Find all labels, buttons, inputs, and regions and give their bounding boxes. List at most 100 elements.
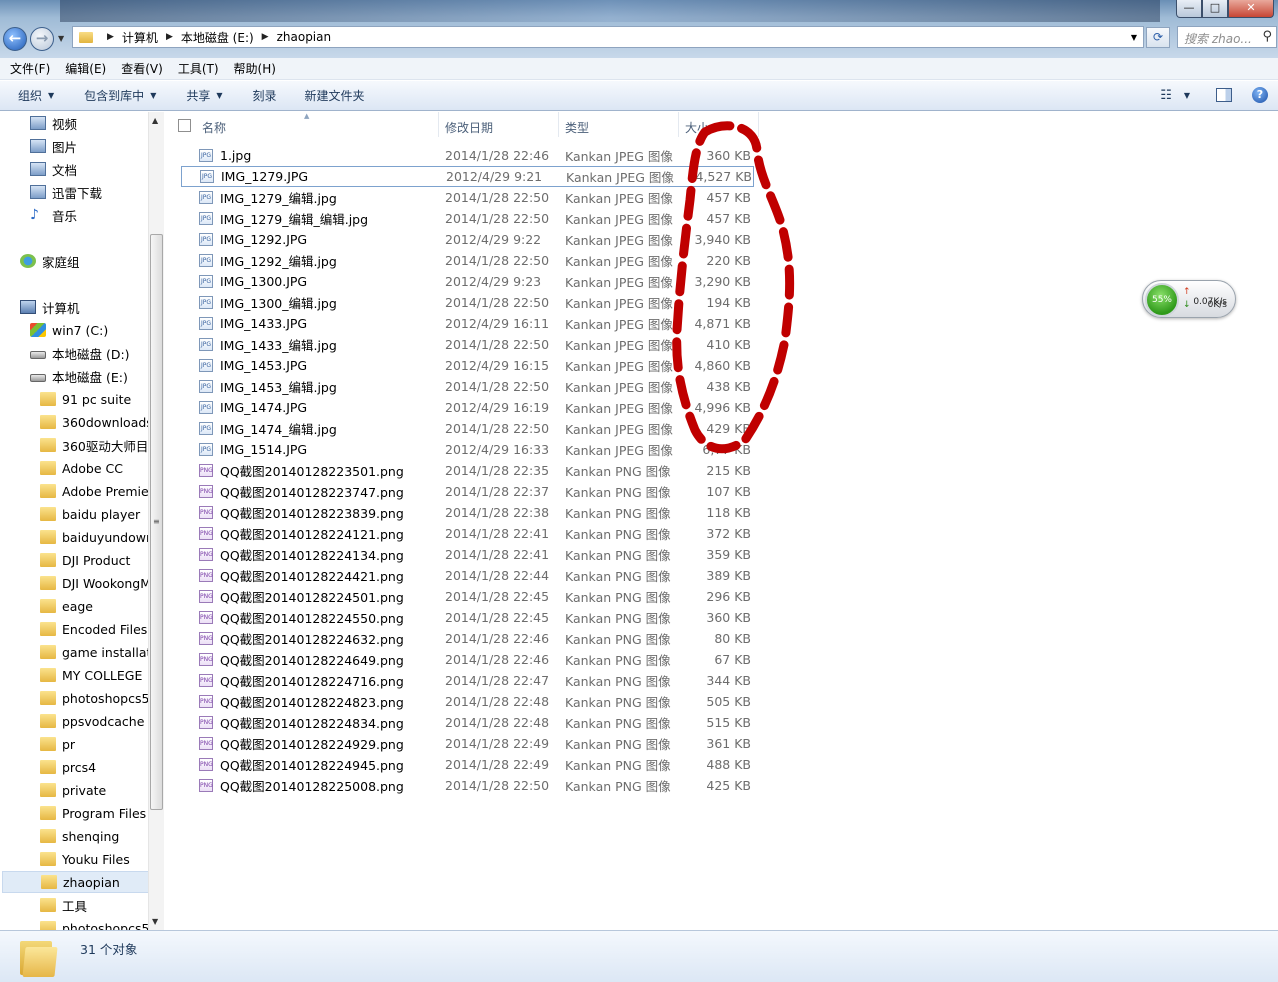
refresh-button[interactable]: ⟳ <box>1146 27 1170 48</box>
search-input[interactable]: 搜索 zhao... ⚲ <box>1177 26 1277 48</box>
file-name-cell[interactable]: JPG IMG_1474.JPG <box>199 400 439 415</box>
file-name-cell[interactable]: PNG QQ截图20140128224550.png <box>199 608 439 627</box>
nav-folder[interactable]: DJI Product <box>40 549 164 571</box>
file-row[interactable]: JPG IMG_1474.JPG 2012/4/29 16:19 Kankan JPE… <box>181 397 754 418</box>
nav-folder[interactable]: Adobe CC <box>40 457 164 479</box>
file-name-cell[interactable]: PNG QQ截图20140128223839.png <box>199 503 439 522</box>
scroll-up-icon[interactable]: ▲ <box>152 116 158 125</box>
include-library-button[interactable]: 包含到库中 ▼ <box>84 87 156 104</box>
file-row[interactable]: JPG IMG_1279_编辑_编辑.jpg 2014/1/28 22:50 Kank… <box>181 208 754 229</box>
file-row[interactable]: PNG QQ截图20140128224501.png 2014/1/28 22:45… <box>181 586 754 607</box>
file-name-cell[interactable]: PNG QQ截图20140128224134.png <box>199 545 439 564</box>
nav-folder[interactable]: game installation <box>40 641 164 663</box>
file-row[interactable]: JPG IMG_1514.JPG 2012/4/29 16:33 Kankan JPE… <box>181 439 754 460</box>
file-row[interactable]: JPG IMG_1292_编辑.jpg 2014/1/28 22:50 Kankan … <box>181 250 754 271</box>
file-row[interactable]: PNG QQ截图20140128224716.png 2014/1/28 22:47… <box>181 670 754 691</box>
file-row[interactable]: PNG QQ截图20140128224649.png 2014/1/28 22:46… <box>181 649 754 670</box>
file-name-cell[interactable]: PNG QQ截图20140128224421.png <box>199 566 439 585</box>
file-row[interactable]: JPG IMG_1433_编辑.jpg 2014/1/28 22:50 Kankan … <box>181 334 754 355</box>
file-row[interactable]: JPG IMG_1292.JPG 2012/4/29 9:22 Kankan JPEG… <box>181 229 754 250</box>
nav-videos[interactable]: 视频 <box>30 112 164 134</box>
file-name-cell[interactable]: PNG QQ截图20140128224834.png <box>199 713 439 732</box>
nav-folder[interactable]: DJI WookongM <box>40 572 164 594</box>
file-name-cell[interactable]: JPG IMG_1474_编辑.jpg <box>199 419 439 438</box>
burn-button[interactable]: 刻录 <box>253 87 277 104</box>
file-name-cell[interactable]: JPG IMG_1433_编辑.jpg <box>199 335 439 354</box>
menu-file[interactable]: 文件(F) <box>10 60 50 77</box>
nav-pictures[interactable]: 图片 <box>30 135 164 157</box>
nav-folder[interactable]: prcs4 <box>40 756 164 778</box>
file-row[interactable]: PNG QQ截图20140128224121.png 2014/1/28 22:41… <box>181 523 754 544</box>
nav-folder[interactable]: 360驱动大师目录 <box>40 434 164 456</box>
nav-folder[interactable]: 360downloads <box>40 411 164 433</box>
chevron-right-icon[interactable]: ▶ <box>107 32 114 42</box>
nav-drive-d[interactable]: 本地磁盘 (D:) <box>30 342 164 364</box>
file-name-cell[interactable]: JPG IMG_1292_编辑.jpg <box>199 251 439 270</box>
file-row[interactable]: JPG IMG_1300.JPG 2012/4/29 9:23 Kankan JPEG… <box>181 271 754 292</box>
nav-folder[interactable]: private <box>40 779 164 801</box>
menu-tools[interactable]: 工具(T) <box>178 60 219 77</box>
menu-view[interactable]: 查看(V) <box>121 60 163 77</box>
share-button[interactable]: 共享 ▼ <box>186 87 222 104</box>
recent-pages-dropdown-icon[interactable]: ▼ <box>58 34 64 43</box>
file-row[interactable]: PNG QQ截图20140128224834.png 2014/1/28 22:48… <box>181 712 754 733</box>
nav-folder[interactable]: Adobe Premiere <box>40 480 164 502</box>
search-icon[interactable]: ⚲ <box>1262 29 1272 44</box>
file-name-cell[interactable]: JPG IMG_1300_编辑.jpg <box>199 293 439 312</box>
nav-folder[interactable]: shenqing <box>40 825 164 847</box>
column-header-size[interactable]: 大小 <box>679 112 759 137</box>
file-name-cell[interactable]: JPG IMG_1433.JPG <box>199 316 439 331</box>
breadcrumb-zhaopian[interactable]: zhaopian <box>277 30 332 44</box>
file-row[interactable]: JPG IMG_1453.JPG 2012/4/29 16:15 Kankan JPE… <box>181 355 754 376</box>
close-button[interactable]: ✕ <box>1228 0 1274 18</box>
nav-folder[interactable]: eage <box>40 595 164 617</box>
nav-scrollbar[interactable]: ▲ ≡ ▼ <box>148 112 164 930</box>
nav-computer[interactable]: 计算机 <box>20 296 164 318</box>
file-name-cell[interactable]: PNG QQ截图20140128224121.png <box>199 524 439 543</box>
file-row[interactable]: JPG IMG_1433.JPG 2012/4/29 16:11 Kankan JPE… <box>181 313 754 334</box>
nav-folder[interactable]: 91 pc suite <box>40 388 164 410</box>
nav-homegroup[interactable]: 家庭组 <box>20 250 164 272</box>
menu-help[interactable]: 帮助(H) <box>234 60 276 77</box>
menu-edit[interactable]: 编辑(E) <box>65 60 106 77</box>
file-name-cell[interactable]: PNG QQ截图20140128223501.png <box>199 461 439 480</box>
file-name-cell[interactable]: JPG IMG_1300.JPG <box>199 274 439 289</box>
scroll-down-icon[interactable]: ▼ <box>152 917 158 926</box>
file-name-cell[interactable]: JPG IMG_1279_编辑.jpg <box>199 188 439 207</box>
file-name-cell[interactable]: PNG QQ截图20140128224716.png <box>199 671 439 690</box>
file-name-cell[interactable]: JPG IMG_1514.JPG <box>199 442 439 457</box>
nav-folder[interactable]: photoshopcs5 <box>40 687 164 709</box>
nav-folder[interactable]: 工具 <box>40 894 164 916</box>
file-name-cell[interactable]: PNG QQ截图20140128224501.png <box>199 587 439 606</box>
nav-folder[interactable]: Encoded Files <box>40 618 164 640</box>
breadcrumb-drive-e[interactable]: 本地磁盘 (E:) <box>181 29 254 46</box>
file-row[interactable]: PNG QQ截图20140128224945.png 2014/1/28 22:49… <box>181 754 754 775</box>
preview-pane-button[interactable] <box>1216 88 1232 102</box>
column-header-type[interactable]: 类型 <box>559 112 679 137</box>
column-header-name[interactable]: 名称 <box>196 112 439 137</box>
minimize-button[interactable]: — <box>1176 0 1202 18</box>
address-bar[interactable]: ▶ 计算机 ▶ 本地磁盘 (E:) ▶ zhaopian ▼ <box>72 26 1144 48</box>
column-header-date[interactable]: 修改日期 <box>439 112 559 137</box>
address-dropdown-icon[interactable]: ▼ <box>1131 33 1137 42</box>
nav-xunlei[interactable]: 迅雷下载 <box>30 181 164 203</box>
organize-button[interactable]: 组织 ▼ <box>18 87 54 104</box>
nav-documents[interactable]: 文档 <box>30 158 164 180</box>
nav-folder[interactable]: ppsvodcache <box>40 710 164 732</box>
file-row[interactable]: JPG IMG_1474_编辑.jpg 2014/1/28 22:50 Kankan … <box>181 418 754 439</box>
breadcrumb-computer[interactable]: 计算机 <box>122 29 158 46</box>
view-options-icon[interactable]: ☷ <box>1160 88 1172 103</box>
file-name-cell[interactable]: JPG IMG_1292.JPG <box>199 232 439 247</box>
nav-drive-c[interactable]: win7 (C:) <box>30 319 164 341</box>
nav-folder[interactable]: Program Files <box>40 802 164 824</box>
select-all-checkbox[interactable] <box>178 119 191 132</box>
file-name-cell[interactable]: JPG IMG_1453.JPG <box>199 358 439 373</box>
file-name-cell[interactable]: JPG IMG_1279_编辑_编辑.jpg <box>199 209 439 228</box>
file-row[interactable]: PNG QQ截图20140128225008.png 2014/1/28 22:50… <box>181 775 754 796</box>
file-name-cell[interactable]: PNG QQ截图20140128224945.png <box>199 755 439 774</box>
file-name-cell[interactable]: PNG QQ截图20140128225008.png <box>199 776 439 795</box>
nav-folder[interactable]: photoshopcs5 <box>40 917 164 930</box>
file-name-cell[interactable]: JPG IMG_1279.JPG <box>200 169 440 184</box>
file-row[interactable]: JPG 1.jpg 2014/1/28 22:46 Kankan JPEG 图像 360… <box>181 145 754 166</box>
file-row[interactable]: JPG IMG_1279.JPG 2012/4/29 9:21 Kankan JPEG… <box>181 166 754 187</box>
